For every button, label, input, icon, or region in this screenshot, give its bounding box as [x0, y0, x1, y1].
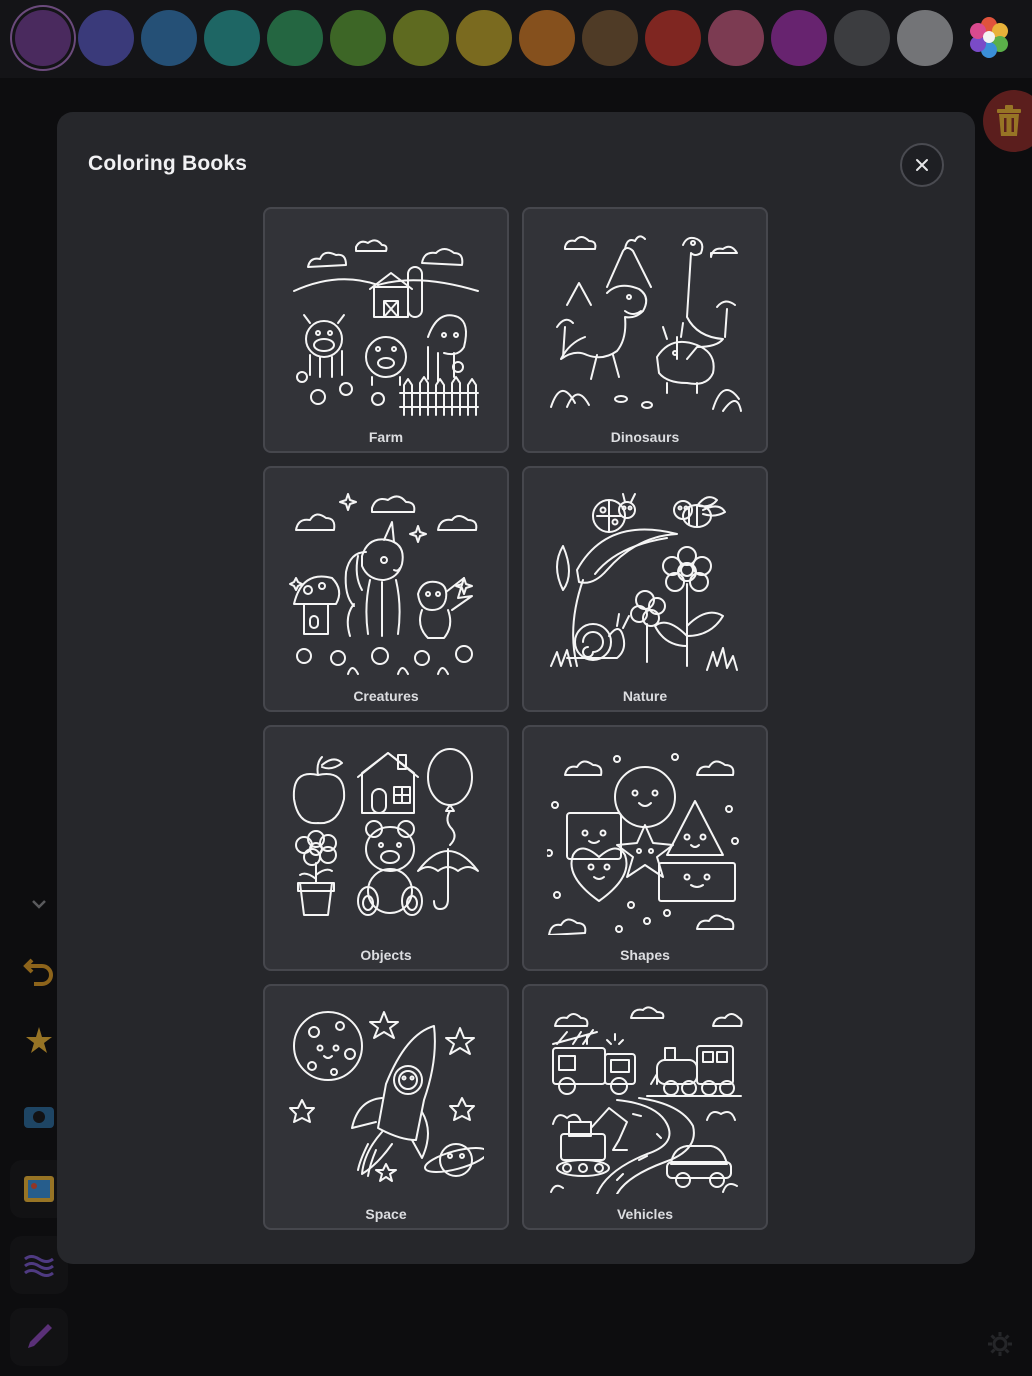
- close-button[interactable]: [900, 143, 944, 187]
- color-swatch[interactable]: [78, 10, 134, 66]
- color-swatch[interactable]: [456, 10, 512, 66]
- book-card-shapes[interactable]: Shapes: [522, 725, 768, 971]
- book-card-objects[interactable]: Objects: [263, 725, 509, 971]
- book-card-farm[interactable]: Farm: [263, 207, 509, 453]
- book-card-creatures[interactable]: Creatures: [263, 466, 509, 712]
- color-swatch[interactable]: [330, 10, 386, 66]
- objects-illustration-icon: [292, 748, 479, 916]
- space-illustration-icon: [289, 1011, 484, 1182]
- dinosaurs-illustration-icon: [550, 235, 742, 412]
- farm-illustration-icon: [293, 239, 479, 416]
- book-label: Space: [365, 1206, 407, 1222]
- color-swatch[interactable]: [582, 10, 638, 66]
- book-label: Creatures: [353, 688, 419, 704]
- book-card-dinosaurs[interactable]: Dinosaurs: [522, 207, 768, 453]
- book-label: Shapes: [620, 947, 670, 963]
- color-swatch[interactable]: [519, 10, 575, 66]
- color-swatch[interactable]: [141, 10, 197, 66]
- color-swatch[interactable]: [771, 10, 827, 66]
- color-swatch[interactable]: [645, 10, 701, 66]
- modal-title: Coloring Books: [88, 152, 248, 175]
- book-card-nature[interactable]: Nature: [522, 466, 768, 712]
- book-label: Vehicles: [616, 1206, 674, 1222]
- book-card-space[interactable]: Space: [263, 984, 509, 1230]
- vehicles-illustration-icon: [550, 1006, 743, 1194]
- book-label: Dinosaurs: [610, 429, 680, 445]
- shapes-illustration-icon: [547, 753, 739, 935]
- book-label: Objects: [360, 947, 412, 963]
- close-icon: [916, 159, 928, 171]
- color-swatch[interactable]: [393, 10, 449, 66]
- book-grid: Farm Dinosaurs Creatures Nature Objects …: [263, 207, 769, 1230]
- coloring-books-modal: Coloring Books Farm Dinosaurs Creatures …: [57, 112, 975, 1264]
- book-card-vehicles[interactable]: Vehicles: [522, 984, 768, 1230]
- color-swatch[interactable]: [15, 10, 71, 66]
- creatures-illustration-icon: [289, 493, 478, 675]
- color-palette: [0, 0, 1032, 78]
- nature-illustration-icon: [550, 493, 738, 671]
- book-label: Nature: [622, 688, 668, 704]
- rainbow-flower-icon[interactable]: [966, 14, 1012, 60]
- color-swatch[interactable]: [834, 10, 890, 66]
- color-swatch[interactable]: [204, 10, 260, 66]
- color-swatch[interactable]: [708, 10, 764, 66]
- color-swatch[interactable]: [267, 10, 323, 66]
- book-label: Farm: [368, 429, 404, 445]
- color-swatch[interactable]: [897, 10, 953, 66]
